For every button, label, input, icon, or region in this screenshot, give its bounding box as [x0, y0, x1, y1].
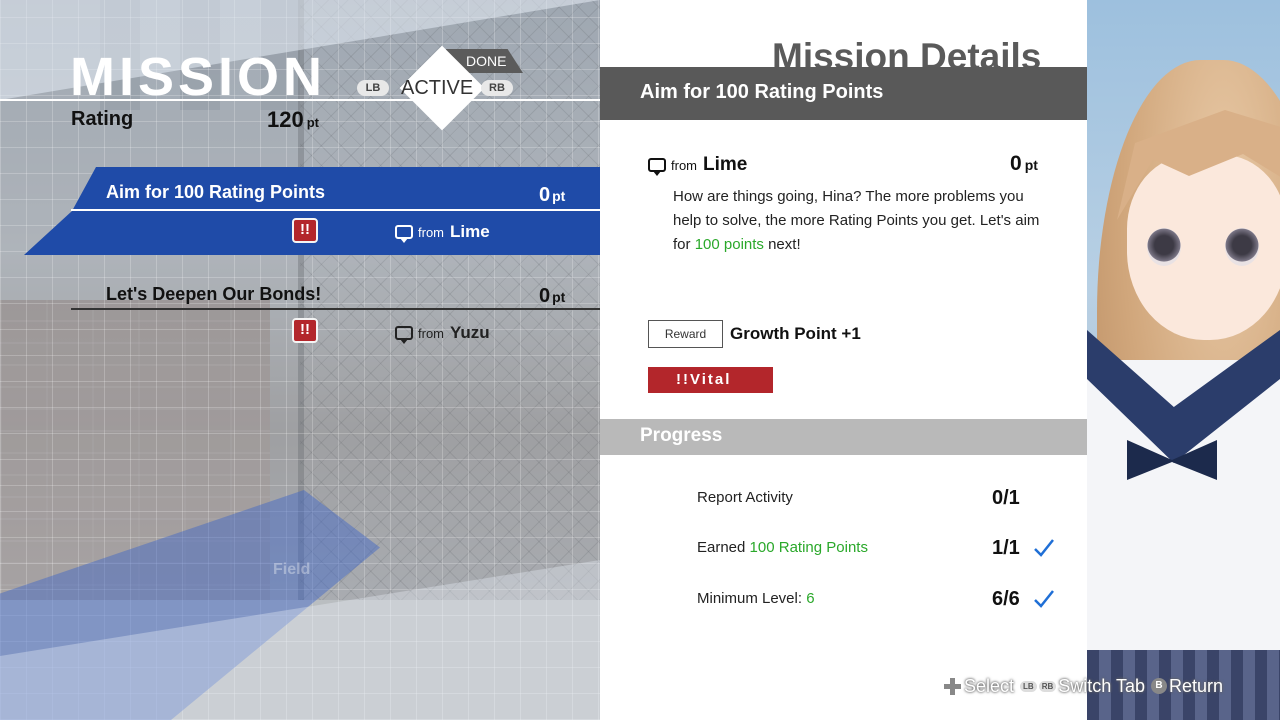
details-points: 0 pt	[1010, 152, 1038, 176]
progress-text: Earned	[697, 539, 750, 556]
mission-sender: Yuzu	[450, 323, 490, 342]
from-label: from	[418, 225, 444, 240]
progress-label: Minimum Level: 6	[697, 590, 815, 607]
b-button-icon: B	[1150, 678, 1167, 694]
progress-value: 1/1	[992, 537, 1020, 559]
vital-icon: !!	[292, 318, 318, 343]
mission-points-unit: pt	[552, 188, 566, 204]
vital-icon: !!	[292, 218, 318, 243]
speech-bubble-icon	[648, 158, 666, 176]
details-message-highlight: 100 points	[694, 236, 764, 253]
progress-row: Report Activity 0/1	[697, 487, 1057, 511]
mission-title: Let's Deepen Our Bonds!	[106, 284, 322, 304]
rating-value: 120 pt	[267, 107, 319, 133]
select-hint[interactable]: Select	[964, 676, 1014, 697]
return-hint[interactable]: Return	[1169, 676, 1223, 697]
button-hints-bar: Select LB RB Switch Tab B Return	[944, 674, 1223, 698]
checkmark-icon	[1034, 590, 1054, 608]
reward-label: Reward	[648, 320, 723, 348]
dpad-icon	[944, 677, 961, 695]
mission-points: 0 pt	[539, 285, 565, 308]
details-mission-title: Aim for 100 Rating Points	[640, 81, 884, 103]
mission-details-panel: Mission Details Aim for 100 Rating Point…	[600, 0, 1087, 720]
mission-list-item-selected[interactable]: Aim for 100 Rating Points 0 pt !! from Lim…	[0, 167, 600, 255]
character-eye-left	[1147, 228, 1181, 266]
mission-list-item[interactable]: Let's Deepen Our Bonds! 0 pt !! from Yuzu	[0, 280, 600, 350]
header-divider	[0, 99, 600, 101]
tab-active-label[interactable]: ACTIVE	[401, 77, 473, 100]
lb-icon: LB	[1020, 680, 1037, 692]
checkmark-icon	[1034, 539, 1054, 557]
rating-number: 120	[267, 107, 304, 132]
mission-points: 0 pt	[539, 184, 565, 207]
progress-label: Report Activity	[697, 489, 793, 506]
progress-text: Minimum Level:	[697, 590, 807, 607]
mission-from: from Yuzu	[395, 323, 490, 344]
mission-divider	[71, 209, 600, 211]
scene-field-sign: Field	[273, 561, 311, 578]
mission-from: from Lime	[395, 222, 490, 243]
from-label: from	[418, 326, 444, 341]
progress-heading: Progress	[640, 425, 723, 446]
speech-bubble-icon	[395, 225, 413, 243]
from-label: from	[671, 158, 697, 173]
mission-points-unit: pt	[552, 289, 566, 305]
progress-row: Minimum Level: 6 6/6	[697, 588, 1057, 612]
rb-icon: RB	[1038, 680, 1057, 692]
details-message: How are things going, Hina? The more pro…	[673, 185, 1053, 257]
character-eye-right	[1225, 228, 1259, 266]
progress-highlight: 6	[806, 590, 815, 607]
mission-title: Aim for 100 Rating Points	[106, 182, 326, 202]
details-points-unit: pt	[1024, 157, 1038, 173]
progress-value: 0/1	[992, 487, 1020, 509]
details-points-value: 0	[1010, 152, 1022, 175]
switch-tab-hint[interactable]: Switch Tab	[1058, 676, 1145, 697]
details-sender: Lime	[703, 154, 748, 175]
mission-sender: Lime	[450, 222, 490, 241]
speech-bubble-icon	[395, 326, 413, 344]
progress-label: Earned 100 Rating Points	[697, 539, 868, 556]
progress-row: Earned 100 Rating Points 1/1	[697, 537, 1057, 561]
progress-highlight: 100 Rating Points	[749, 539, 868, 556]
mission-points-value: 0	[539, 184, 551, 206]
mission-divider	[71, 308, 600, 310]
character-portrait	[1087, 0, 1280, 720]
mission-points-value: 0	[539, 285, 551, 307]
progress-text: Report Activity	[697, 489, 793, 506]
lb-button-hint[interactable]: LB	[357, 80, 389, 96]
rating-unit: pt	[306, 115, 319, 130]
rb-button-hint[interactable]: RB	[481, 80, 513, 96]
page-title: MISSION	[70, 47, 327, 107]
reward-value: Growth Point +1	[730, 324, 861, 343]
details-from: from Lime	[648, 154, 747, 176]
progress-value: 6/6	[992, 588, 1020, 610]
rating-label: Rating	[71, 108, 134, 130]
details-message-end: next!	[763, 236, 801, 253]
vital-tag: !!Vital	[648, 367, 773, 393]
